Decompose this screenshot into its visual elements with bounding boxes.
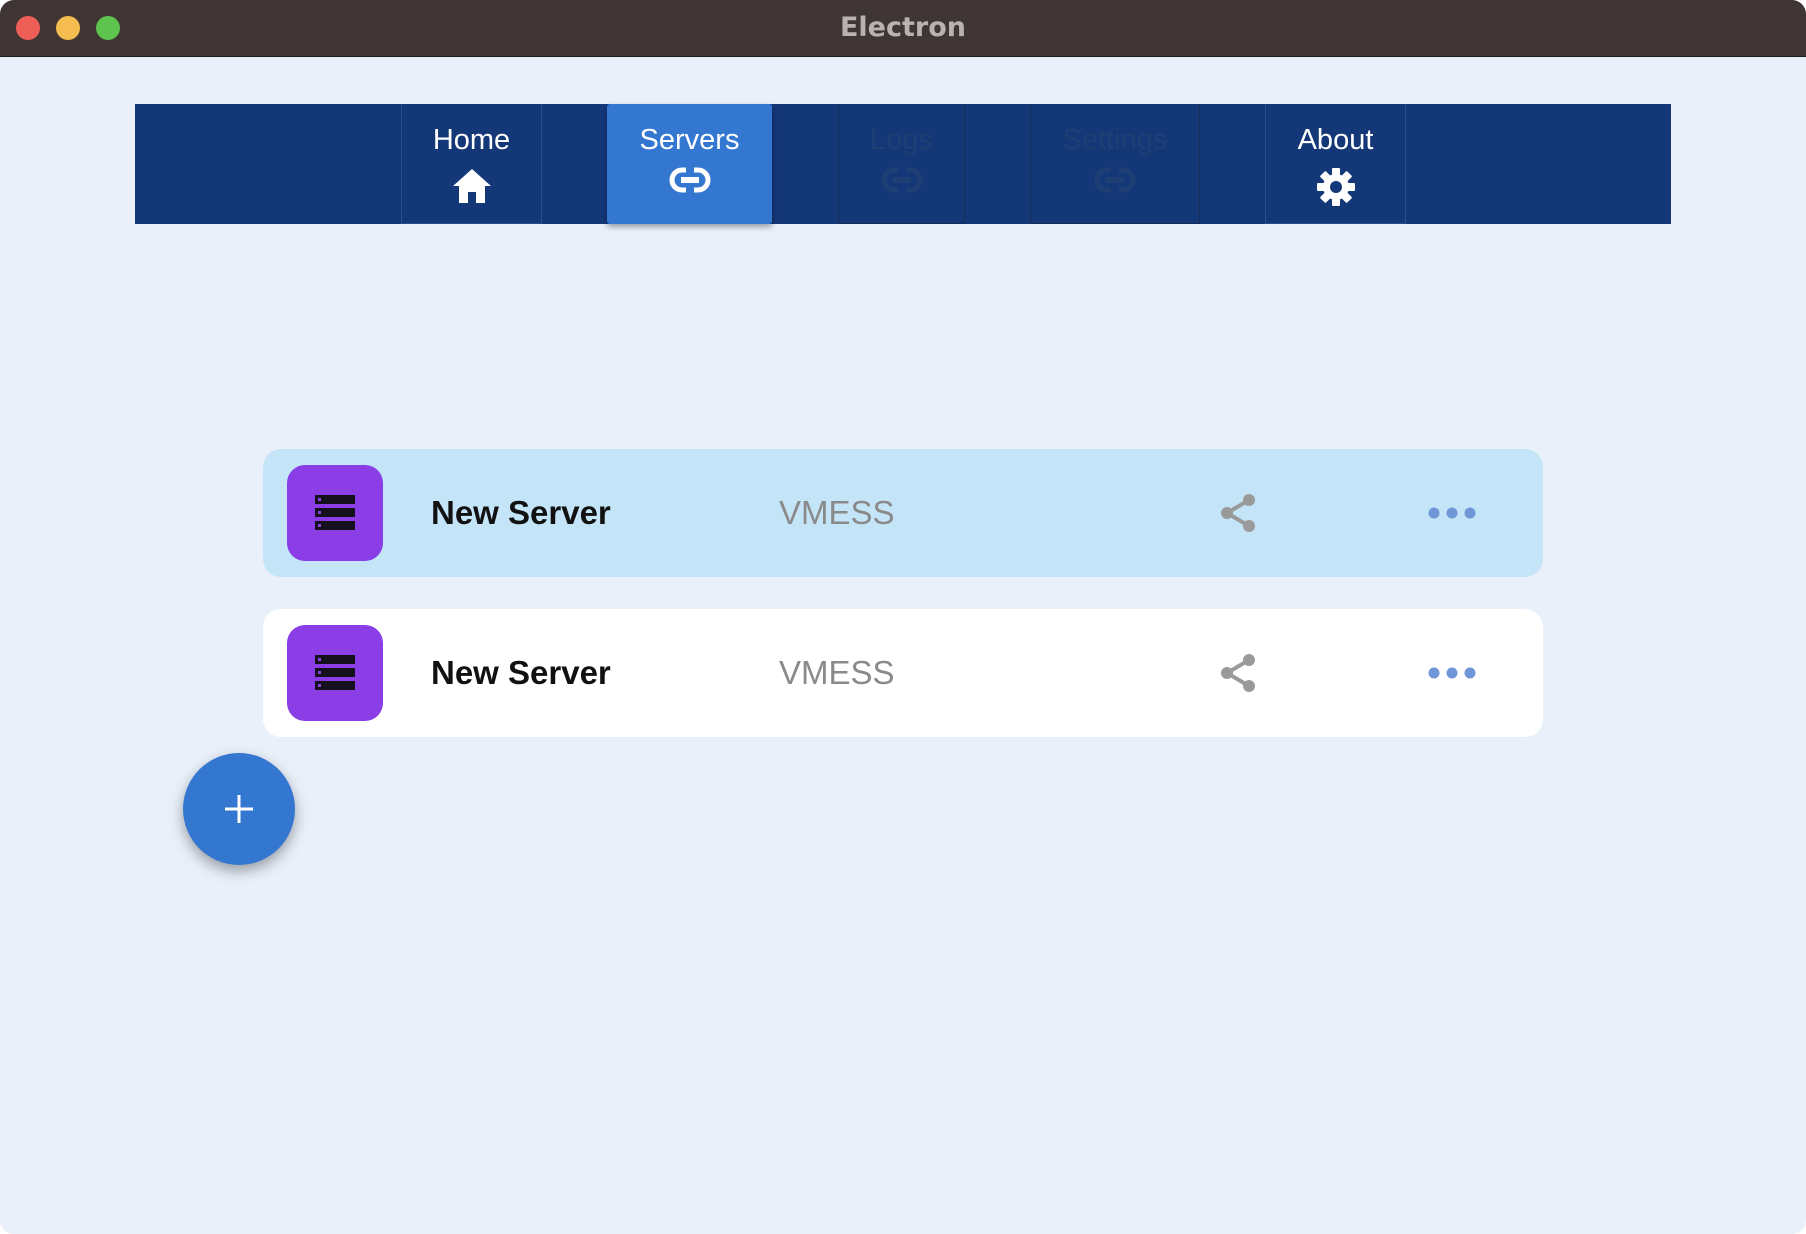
home-icon bbox=[452, 169, 491, 203]
server-protocol: VMESS bbox=[779, 494, 895, 531]
more-horizontal-icon bbox=[1428, 667, 1476, 679]
server-item[interactable]: New Server VMESS bbox=[263, 449, 1543, 577]
share-button[interactable] bbox=[1218, 653, 1258, 693]
gear-icon bbox=[1316, 168, 1355, 206]
tab-about[interactable]: About bbox=[1265, 104, 1406, 224]
server-avatar bbox=[287, 625, 383, 721]
server-name: New Server bbox=[431, 494, 611, 531]
more-options-button[interactable] bbox=[1427, 663, 1477, 683]
server-name: New Server bbox=[431, 654, 611, 691]
server-item[interactable]: New Server VMESS bbox=[263, 609, 1543, 737]
tab-logs[interactable]: Logs bbox=[838, 104, 965, 224]
more-horizontal-icon bbox=[1428, 507, 1476, 519]
window-title: Electron bbox=[839, 12, 966, 43]
title-bar: Electron bbox=[0, 0, 1806, 57]
server-avatar bbox=[287, 465, 383, 561]
more-options-button[interactable] bbox=[1427, 503, 1477, 523]
tab-servers-label: Servers bbox=[639, 124, 740, 156]
share-icon bbox=[1221, 494, 1255, 532]
server-icon bbox=[315, 495, 355, 530]
tab-servers[interactable]: Servers bbox=[607, 104, 772, 224]
share-icon bbox=[1221, 654, 1255, 692]
link-icon bbox=[881, 167, 922, 193]
add-server-button[interactable] bbox=[183, 753, 295, 865]
server-icon bbox=[315, 655, 355, 690]
link-icon bbox=[669, 167, 710, 193]
tab-logs-label: Logs bbox=[870, 124, 933, 156]
plus-icon bbox=[225, 795, 253, 823]
tab-settings[interactable]: Settings bbox=[1030, 104, 1200, 224]
link-icon bbox=[1094, 167, 1136, 193]
tab-home[interactable]: Home bbox=[401, 104, 542, 224]
app-window: Electron Home Servers Logs Settings Abou… bbox=[0, 0, 1806, 1234]
tab-home-label: Home bbox=[432, 124, 511, 156]
top-navigation: Home Servers Logs Settings About bbox=[135, 104, 1671, 224]
server-protocol: VMESS bbox=[779, 654, 895, 691]
share-button[interactable] bbox=[1218, 493, 1258, 533]
tab-settings-label: Settings bbox=[1062, 124, 1168, 156]
tab-about-label: About bbox=[1297, 124, 1374, 156]
